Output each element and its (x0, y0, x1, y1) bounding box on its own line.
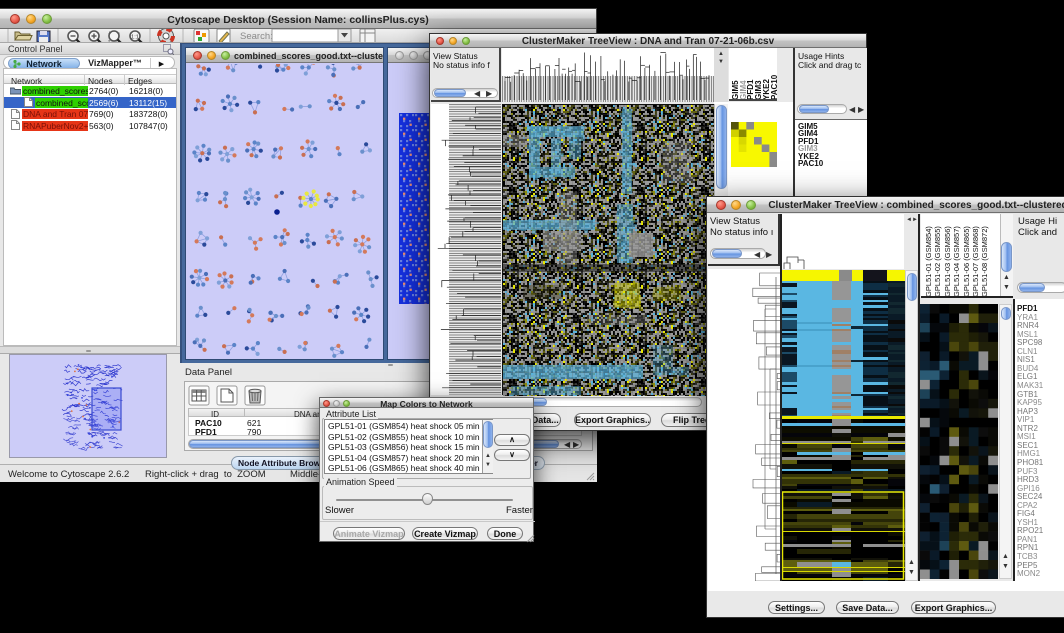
svg-text:Search:: Search: (240, 31, 273, 42)
svg-text:1:1: 1:1 (131, 35, 139, 41)
